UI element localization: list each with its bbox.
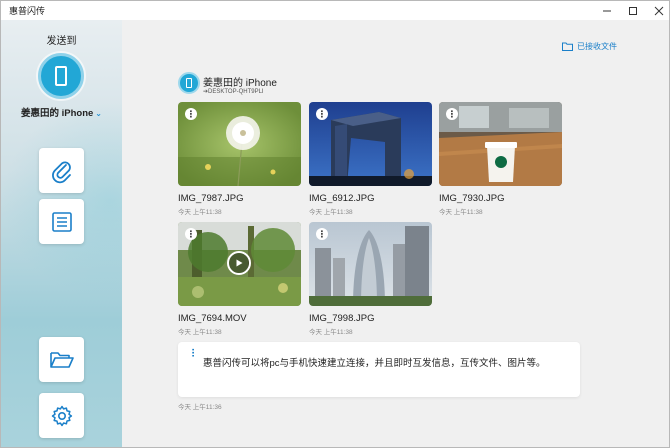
send-text-button[interactable] bbox=[39, 199, 84, 244]
play-button[interactable] bbox=[227, 251, 251, 275]
minimize-icon bbox=[603, 10, 611, 11]
device-selector[interactable]: 姜惠田的 iPhone ⌄ bbox=[1, 105, 122, 119]
play-icon bbox=[236, 259, 243, 267]
file-name: IMG_6912.JPG bbox=[309, 193, 375, 204]
file-name: IMG_7987.JPG bbox=[178, 193, 244, 204]
file-name: IMG_7694.MOV bbox=[178, 313, 247, 324]
received-files-link[interactable]: 已接收文件 bbox=[562, 41, 617, 52]
title-bar: 惠普闪传 bbox=[1, 1, 669, 20]
message-date: 今天 上午11:36 bbox=[178, 404, 222, 411]
more-options-icon[interactable]: ⋮ bbox=[316, 108, 328, 120]
device-name-label: 姜惠田的 iPhone bbox=[20, 108, 94, 119]
message-text: 惠普闪传可以将pc与手机快速建立连接，并且即时互发信息，互传文件、图片等。 bbox=[203, 358, 546, 369]
folder-icon bbox=[562, 42, 573, 51]
more-options-icon[interactable]: ⋮ bbox=[185, 108, 197, 120]
chevron-down-icon: ⌄ bbox=[95, 109, 102, 118]
paperclip-icon bbox=[51, 161, 71, 183]
folder-open-icon bbox=[49, 351, 74, 368]
send-to-label: 发送到 bbox=[46, 36, 77, 47]
more-options-icon[interactable]: ⋮ bbox=[185, 228, 197, 240]
file-card[interactable]: ⋮ IMG_6912.JPG 今天 上午11:38 bbox=[309, 102, 432, 216]
contact-target: ➔DESKTOP-QHT9PLI bbox=[203, 89, 264, 95]
file-thumbnail[interactable]: ⋮ bbox=[439, 102, 562, 186]
maximize-button[interactable] bbox=[619, 1, 647, 20]
close-button[interactable] bbox=[645, 1, 669, 20]
file-name: IMG_7930.JPG bbox=[439, 193, 505, 204]
sidebar: 发送到 姜惠田的 iPhone ⌄ bbox=[1, 20, 122, 447]
phone-icon bbox=[186, 78, 192, 88]
file-card[interactable]: ⋮ IMG_7998.JPG 今天 上午11:38 bbox=[309, 222, 432, 336]
file-thumbnail[interactable]: ⋮ bbox=[178, 222, 301, 306]
attach-file-button[interactable] bbox=[39, 148, 84, 193]
received-files-label: 已接收文件 bbox=[577, 42, 617, 51]
file-thumbnail[interactable]: ⋮ bbox=[309, 222, 432, 306]
file-card[interactable]: ⋮ IMG_7987.JPG 今天 上午11:38 bbox=[178, 102, 301, 216]
maximize-icon bbox=[629, 6, 637, 15]
file-date: 今天 上午11:38 bbox=[309, 209, 353, 216]
device-avatar[interactable] bbox=[38, 53, 84, 99]
contact-avatar bbox=[178, 72, 200, 94]
phone-icon bbox=[55, 66, 67, 86]
file-date: 今天 上午11:38 bbox=[309, 329, 353, 336]
more-options-icon[interactable]: ⋮ bbox=[316, 228, 328, 240]
contact-name: 姜惠田的 iPhone bbox=[203, 78, 277, 89]
file-date: 今天 上午11:38 bbox=[178, 329, 222, 336]
more-options-icon[interactable]: ⋮ bbox=[446, 108, 458, 120]
window-title: 惠普闪传 bbox=[9, 6, 46, 16]
gear-icon bbox=[51, 405, 72, 426]
close-icon bbox=[654, 6, 664, 15]
file-card[interactable]: ⋮ IMG_7930.JPG 今天 上午11:38 bbox=[439, 102, 562, 216]
document-icon bbox=[51, 211, 72, 232]
settings-button[interactable] bbox=[39, 393, 84, 438]
file-date: 今天 上午11:38 bbox=[178, 209, 222, 216]
file-card[interactable]: ⋮ IMG_7694.MOV 今天 上午11:38 bbox=[178, 222, 301, 336]
main-panel: 已接收文件 姜惠田的 iPhone ➔DESKTOP-QHT9PLI ⋮ IMG… bbox=[122, 20, 669, 447]
file-thumbnail[interactable]: ⋮ bbox=[178, 102, 301, 186]
open-folder-button[interactable] bbox=[39, 337, 84, 382]
message-card[interactable]: ⋯ 惠普闪传可以将pc与手机快速建立连接，并且即时互发信息，互传文件、图片等。 bbox=[178, 342, 580, 397]
minimize-button[interactable] bbox=[593, 1, 621, 20]
file-thumbnail[interactable]: ⋮ bbox=[309, 102, 432, 186]
more-options-icon[interactable]: ⋯ bbox=[188, 348, 198, 357]
app-window: 惠普闪传 发送到 姜惠田的 iPhone ⌄ 已接收文件 姜惠田的 iPhone… bbox=[0, 0, 670, 448]
file-name: IMG_7998.JPG bbox=[309, 313, 375, 324]
file-date: 今天 上午11:38 bbox=[439, 209, 483, 216]
